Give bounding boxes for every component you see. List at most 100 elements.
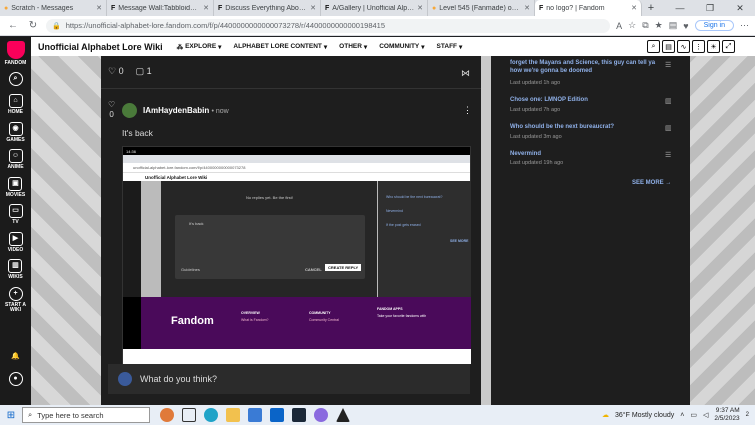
wiki-title[interactable]: Unofficial Alphabet Lore Wiki: [38, 42, 163, 52]
store-icon[interactable]: [248, 408, 262, 422]
close-icon[interactable]: ✕: [417, 4, 423, 12]
browser-tab[interactable]: ●Level 545 (Fanmade) on Scratc✕: [428, 0, 535, 16]
like-button[interactable]: ♡ 0: [108, 66, 124, 77]
widgets-icon[interactable]: [160, 408, 174, 422]
clock[interactable]: 9:37 AM 2/5/2023: [714, 407, 739, 423]
network-icon[interactable]: ▭: [690, 411, 697, 419]
list-icon: ☰: [665, 152, 672, 159]
close-icon[interactable]: ✕: [96, 4, 102, 12]
nav-explore[interactable]: ⁂ EXPLORE ▾: [177, 43, 222, 51]
sidebar-item-search[interactable]: ⌕: [8, 72, 23, 88]
screenshot-tabs: [123, 155, 470, 163]
share-icon[interactable]: ⋈: [461, 68, 470, 79]
file-explorer-icon[interactable]: [226, 408, 240, 422]
weather-status[interactable]: 36°F Mostly cloudy: [615, 412, 674, 419]
sidebar-item-home[interactable]: ⌂ HOME: [8, 94, 23, 116]
chevron-up-icon[interactable]: ˄: [680, 412, 684, 419]
star-icon[interactable]: ☆: [628, 20, 636, 31]
close-icon[interactable]: ✕: [310, 4, 316, 12]
close-icon[interactable]: ✕: [524, 4, 530, 12]
browser-tab[interactable]: FDiscuss Everything About Unof✕: [214, 0, 321, 16]
new-tab-button[interactable]: +: [642, 0, 660, 16]
search-icon[interactable]: ⌕: [647, 40, 660, 53]
browser-tab-strip: ● Scratch - Messages ✕ F Message Wall:Tabbl…: [0, 0, 755, 16]
close-icon[interactable]: ✕: [631, 4, 637, 12]
mail-icon[interactable]: [270, 408, 284, 422]
rail-item-title[interactable]: Who should be the next bureaucrat?: [510, 124, 660, 132]
sidebar-item-user[interactable]: ●: [8, 371, 23, 388]
close-icon[interactable]: ✕: [203, 4, 209, 12]
browser-tab[interactable]: FMessage Wall:Tabbloide | Unoff✕: [107, 0, 214, 16]
gamepad-icon: ◉: [8, 121, 23, 136]
sidebar-item-movies[interactable]: ▣ MOVIES: [6, 176, 25, 199]
edge-icon[interactable]: [204, 408, 218, 422]
attached-screenshot[interactable]: 14:36 unofficial-alphabet-lore.fandom.co…: [122, 146, 471, 364]
notification-badge[interactable]: 2: [746, 412, 749, 418]
fandom-logo[interactable]: [6, 41, 25, 59]
task-view-icon[interactable]: [182, 408, 196, 422]
windows-start-icon[interactable]: ⊞: [0, 405, 22, 425]
sidebar-item-games[interactable]: ◉ GAMES: [6, 121, 25, 144]
reply-count-button[interactable]: ▢ 1: [136, 66, 152, 77]
nav-alphabet-lore-content[interactable]: ALPHABET LORE CONTENT ▾: [233, 43, 327, 51]
rail-item-title[interactable]: forget the Mayans and Science, this guy …: [510, 60, 660, 76]
browser-tab-active[interactable]: Fno logo? | Fandom ✕: [535, 0, 642, 16]
reply-composer[interactable]: What do you think?: [108, 364, 470, 394]
screenshot-statusbar: 14:36: [123, 147, 470, 155]
sign-in-button[interactable]: Sign in: [694, 20, 734, 31]
steam-icon[interactable]: [292, 408, 306, 422]
tv-icon: ▭: [8, 204, 23, 218]
url-field[interactable]: 🔒 https://unofficial-alphabet-lore.fando…: [46, 18, 611, 33]
reader-icon[interactable]: ▤: [662, 40, 675, 53]
restore-icon[interactable]: ❐: [695, 0, 725, 16]
extensions-icon[interactable]: ♥: [683, 21, 688, 31]
more-options-icon[interactable]: ⋮: [463, 105, 472, 116]
video-icon: ▶: [8, 231, 23, 246]
activity-icon[interactable]: ∿: [677, 40, 690, 53]
avatar[interactable]: [122, 103, 137, 118]
screenshot-sidebar: [123, 181, 141, 297]
browser-tab[interactable]: ● Scratch - Messages ✕: [0, 0, 107, 16]
fandom-icon: F: [111, 4, 116, 12]
nav-community[interactable]: COMMUNITY ▾: [379, 43, 424, 51]
close-window-icon[interactable]: ✕: [725, 0, 755, 16]
reply-author[interactable]: IAmHaydenBabin • now: [143, 106, 229, 115]
rail-item-title[interactable]: Chose one: LMNOP Edition: [510, 97, 660, 105]
poll-icon: ▥: [665, 125, 672, 132]
app-icon[interactable]: [314, 408, 328, 422]
see-more-link[interactable]: SEE MORE →: [632, 180, 671, 186]
theme-icon[interactable]: ☀: [707, 40, 720, 53]
more-icon[interactable]: ⋯: [740, 20, 749, 31]
reload-icon[interactable]: ↻: [26, 19, 40, 33]
volume-icon[interactable]: ◁: [703, 411, 708, 419]
collections-icon[interactable]: ▤: [669, 20, 678, 31]
favorites-icon[interactable]: ★: [655, 20, 663, 31]
sidebar-item-notifications[interactable]: 🔔: [9, 350, 23, 366]
post-reactions: ♡ 0 ▢ 1: [108, 66, 152, 77]
sidebar-item-start-wiki[interactable]: + START A WIKI: [0, 286, 31, 314]
system-tray: ☁ 36°F Mostly cloudy ˄ ▭ ◁ 9:37 AM 2/5/2…: [602, 407, 755, 423]
nav-staff[interactable]: STAFF ▾: [437, 43, 463, 51]
sidebar-item-wikis[interactable]: ▥ WIKIS: [8, 259, 23, 281]
split-screen-icon[interactable]: ⧉: [642, 20, 648, 31]
chevron-down-icon: ▾: [421, 43, 425, 51]
sidebar-item-anime[interactable]: ☺ ANIME: [7, 149, 24, 171]
sidebar-item-video[interactable]: ▶ VIDEO: [8, 231, 23, 254]
search-icon: ⌕: [28, 410, 33, 419]
fandom-icon: F: [218, 4, 223, 12]
sidebar-item-tv[interactable]: ▭ TV: [8, 204, 23, 226]
upvote-control[interactable]: ♡ 0: [108, 100, 115, 119]
rail-item-title[interactable]: Nevermind: [510, 151, 660, 159]
read-aloud-icon[interactable]: A: [616, 21, 622, 31]
back-icon[interactable]: ←: [6, 19, 20, 33]
taskbar-search-input[interactable]: ⌕ Type here to search: [22, 407, 150, 423]
more-icon[interactable]: ⋮: [692, 40, 705, 53]
minimize-icon[interactable]: —: [665, 0, 695, 16]
scratch-icon: ●: [432, 4, 437, 12]
screenshot-rail: Who should be the next bureaucrat? Never…: [378, 181, 471, 297]
screenshot-navbar: [123, 349, 471, 364]
game-icon[interactable]: [336, 408, 350, 422]
expand-icon[interactable]: ⤢: [722, 40, 735, 53]
nav-other[interactable]: OTHER ▾: [339, 43, 367, 51]
browser-tab[interactable]: FA/Gallery | Unofficial Alphabet✕: [321, 0, 428, 16]
